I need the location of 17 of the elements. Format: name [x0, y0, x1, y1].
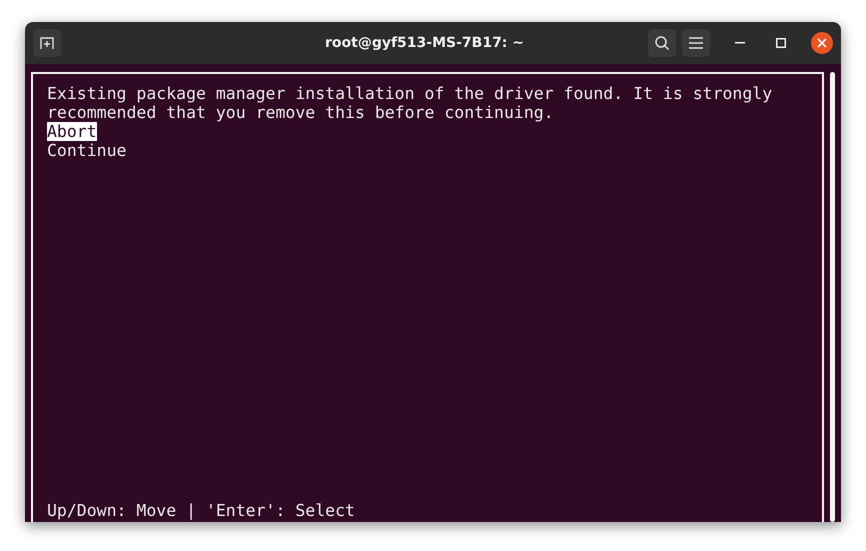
menu-button[interactable] [682, 29, 710, 57]
menu-option[interactable]: Abort [47, 122, 97, 141]
search-icon [654, 35, 670, 51]
minimize-icon [735, 42, 745, 44]
new-tab-button[interactable] [33, 29, 61, 57]
key-hint: Up/Down: Move | 'Enter': Select [47, 501, 356, 522]
menu-option[interactable]: Continue [47, 141, 126, 160]
search-button[interactable] [648, 29, 676, 57]
scrollbar[interactable] [830, 72, 835, 522]
message-line: recommended that you remove this before continuing. [47, 103, 555, 122]
window-title: root@gyf513-MS-7B17: ~ [324, 35, 526, 51]
menu-icon [689, 37, 703, 49]
maximize-icon [776, 38, 786, 48]
new-tab-icon [39, 35, 55, 51]
message-line: Existing package manager installation of the driver found. It is strongly [47, 84, 774, 103]
close-button[interactable] [811, 32, 833, 54]
close-icon [817, 38, 827, 48]
